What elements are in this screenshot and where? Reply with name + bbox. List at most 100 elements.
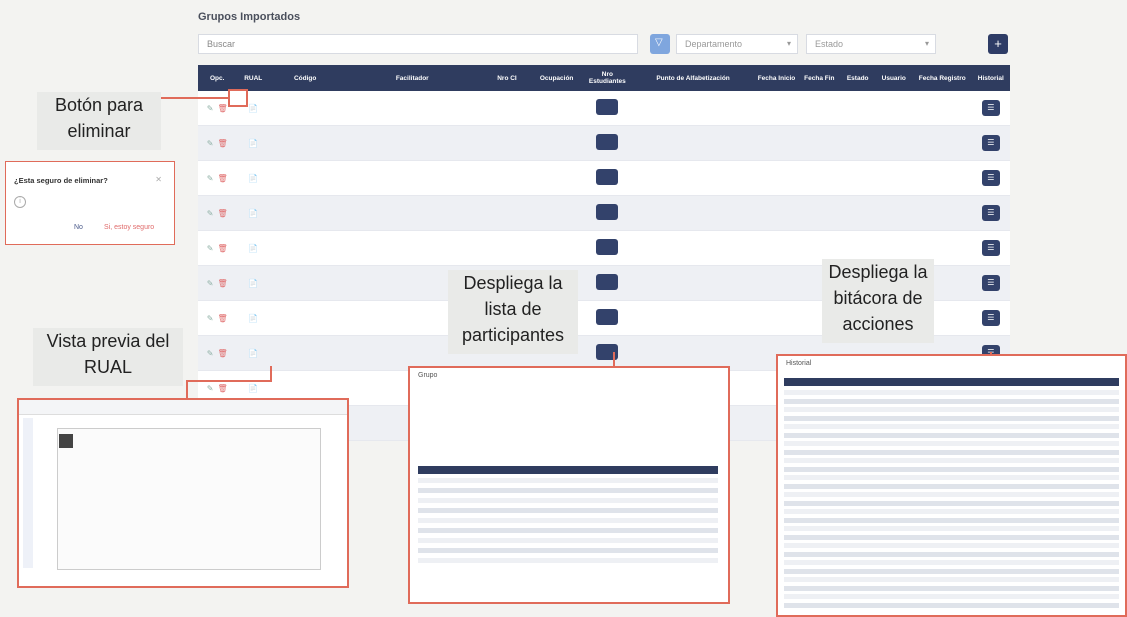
delete-icon[interactable]: 🗑: [217, 314, 227, 323]
cell-historial: ☰: [971, 195, 1010, 231]
cell-usuario: [874, 125, 913, 161]
cell-codigo: [270, 195, 341, 231]
qr-code: [59, 434, 73, 448]
document-icon[interactable]: 📄: [248, 314, 258, 323]
panel-title: Historial: [786, 360, 812, 367]
edit-icon[interactable]: ✎: [207, 104, 214, 113]
history-button[interactable]: ☰: [981, 240, 1000, 256]
table-row: [784, 526, 1119, 531]
connector-line: [186, 380, 272, 382]
students-button[interactable]: [596, 134, 619, 150]
cell-fin: [797, 160, 841, 196]
history-button[interactable]: ☰: [981, 275, 1000, 291]
cell-codigo: [270, 125, 341, 161]
students-button[interactable]: [596, 204, 619, 220]
delete-icon[interactable]: 🗑: [217, 279, 227, 288]
cell-estado: [840, 125, 875, 161]
document-icon[interactable]: 📄: [248, 174, 258, 183]
search-input[interactable]: Buscar: [198, 34, 638, 54]
cell-usuario: [874, 160, 913, 196]
delete-icon[interactable]: 🗑: [217, 209, 227, 218]
history-button[interactable]: ☰: [981, 100, 1000, 116]
callout-bitacora: Despliega la bitácora de acciones: [822, 259, 934, 343]
edit-icon[interactable]: ✎: [207, 279, 214, 288]
table-row: [784, 602, 1119, 608]
document-icon[interactable]: 📄: [248, 384, 258, 393]
cell-punto: [631, 300, 756, 336]
table-row: [784, 415, 1119, 421]
row-options: ✎🗑: [198, 300, 237, 336]
table-row: [784, 585, 1119, 591]
chevron-down-icon: ▾: [786, 39, 791, 48]
department-select-label: Departamento: [685, 39, 743, 49]
cell-estudiantes: [583, 125, 632, 161]
edit-icon[interactable]: ✎: [207, 139, 214, 148]
document-icon[interactable]: 📄: [248, 279, 258, 288]
connector-line: [270, 366, 272, 382]
cell-estudiantes: [583, 195, 632, 231]
document-icon[interactable]: 📄: [248, 104, 258, 113]
group-detail-panel: Grupo: [408, 366, 730, 604]
cell-ci: [484, 160, 530, 196]
cell-ocupacion: [529, 125, 584, 161]
edit-icon[interactable]: ✎: [207, 174, 214, 183]
document-icon[interactable]: 📄: [248, 244, 258, 253]
table-row: [784, 594, 1119, 599]
document-icon[interactable]: 📄: [248, 209, 258, 218]
column-header: Punto de Alfabetización: [631, 65, 756, 91]
edit-icon[interactable]: ✎: [207, 314, 214, 323]
delete-icon[interactable]: 🗑: [217, 244, 227, 253]
table-row: [418, 558, 718, 563]
delete-icon[interactable]: 🗑: [217, 174, 227, 183]
delete-icon[interactable]: 🗑: [217, 384, 227, 393]
column-header: Usuario: [874, 65, 913, 91]
document-icon[interactable]: 📄: [248, 139, 258, 148]
edit-icon[interactable]: ✎: [207, 244, 214, 253]
column-header: Código: [270, 65, 341, 91]
cell-inicio: [755, 230, 798, 266]
table-row: [784, 543, 1119, 548]
history-button[interactable]: ☰: [981, 205, 1000, 221]
confirm-button[interactable]: Si, estoy seguro: [104, 224, 154, 231]
students-button[interactable]: [596, 239, 619, 255]
table-row: [418, 508, 718, 513]
filter-button[interactable]: [650, 34, 670, 54]
table-row: [418, 548, 718, 553]
edit-icon[interactable]: ✎: [207, 209, 214, 218]
cell-inicio: [755, 160, 798, 196]
info-icon: i: [14, 196, 26, 208]
row-rual: 📄: [236, 300, 271, 336]
history-button[interactable]: ☰: [981, 170, 1000, 186]
connector-line: [161, 97, 229, 99]
edit-icon[interactable]: ✎: [207, 384, 214, 393]
cell-punto: [631, 91, 756, 126]
students-button[interactable]: [596, 344, 619, 360]
toolbar: Buscar Departamento ▾ Estado ▾ +: [198, 34, 1010, 56]
students-button[interactable]: [596, 309, 619, 325]
edit-icon[interactable]: ✎: [207, 349, 214, 358]
students-button[interactable]: [596, 169, 619, 185]
department-select[interactable]: Departamento ▾: [676, 34, 798, 54]
table-row: ✎🗑 📄 ☰: [198, 91, 1010, 126]
table-row: [784, 568, 1119, 574]
cancel-button[interactable]: No: [74, 224, 83, 231]
status-select[interactable]: Estado ▾: [806, 34, 936, 54]
cell-punto: [631, 160, 756, 196]
students-button[interactable]: [596, 99, 619, 115]
viewer-toolbar: [19, 400, 347, 415]
students-button[interactable]: [596, 274, 619, 290]
cell-estudiantes: [583, 91, 632, 126]
document-icon[interactable]: 📄: [248, 349, 258, 358]
delete-icon[interactable]: 🗑: [217, 104, 227, 113]
close-icon[interactable]: ✕: [155, 175, 162, 184]
history-button[interactable]: ☰: [981, 310, 1000, 326]
history-button[interactable]: ☰: [981, 135, 1000, 151]
table-row: [784, 432, 1119, 438]
cell-estudiantes: [583, 230, 632, 266]
delete-icon[interactable]: 🗑: [217, 139, 227, 148]
cell-historial: ☰: [971, 160, 1010, 196]
add-group-button[interactable]: +: [988, 34, 1008, 54]
delete-icon[interactable]: 🗑: [217, 349, 227, 358]
table-row: [784, 407, 1119, 412]
callout-eliminar: Botón para eliminar: [37, 92, 161, 150]
